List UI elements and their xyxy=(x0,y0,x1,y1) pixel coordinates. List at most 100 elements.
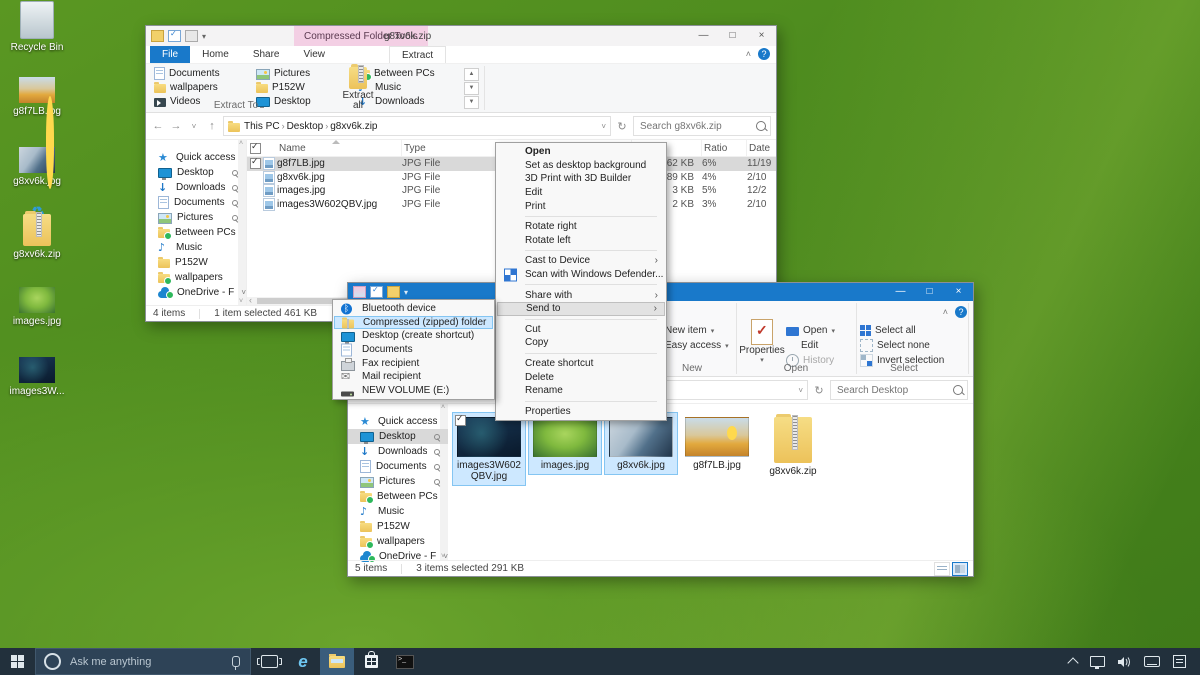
checkmark-icon[interactable] xyxy=(370,286,383,298)
column-date[interactable]: Date xyxy=(747,140,776,156)
send-to-item[interactable]: Documents xyxy=(334,343,493,357)
maximize-button[interactable]: □ xyxy=(915,283,944,301)
up-icon[interactable]: ↑ xyxy=(205,120,219,132)
close-button[interactable]: × xyxy=(944,283,973,301)
file-thumbnail-item[interactable]: images3W602QBV.jpg xyxy=(452,412,526,486)
ribbon-tab[interactable]: Home xyxy=(190,46,241,63)
help-icon[interactable]: ? xyxy=(758,48,770,60)
sidebar-item[interactable]: Pictures ˅ xyxy=(348,474,448,489)
ribbon-collapse-icon[interactable]: ˄ xyxy=(746,49,751,59)
context-menu-item[interactable]: Open › xyxy=(497,145,665,159)
context-menu-item[interactable]: Rotate right › xyxy=(497,220,665,234)
extract-destination[interactable]: wallpapers xyxy=(154,81,256,94)
address-dropdown-icon[interactable]: ˅ xyxy=(601,122,606,131)
context-menu-item[interactable]: Set as desktop background › xyxy=(497,159,665,173)
file-thumbnail-item[interactable]: g8xv6k.jpg xyxy=(604,412,678,475)
send-to-item[interactable]: NEW VOLUME (E:) xyxy=(334,384,493,398)
gallery-up-icon[interactable]: ▲ xyxy=(464,68,479,81)
sidebar-item[interactable]: Desktop ˅ xyxy=(348,429,448,444)
context-menu-item[interactable]: › xyxy=(525,319,657,320)
maximize-button[interactable]: □ xyxy=(718,26,747,46)
context-menu-item[interactable]: Create shortcut › xyxy=(497,357,665,371)
context-menu-item[interactable]: Send to › xyxy=(497,302,665,316)
breadcrumb[interactable]: This PC›Desktop›g8xv6k.zip› ˅ xyxy=(223,116,611,136)
sidebar-item[interactable]: Music ˅ xyxy=(348,504,448,519)
file-thumbnail-item[interactable]: g8xv6k.zip xyxy=(756,412,830,481)
ribbon-tab[interactable]: File xyxy=(150,46,190,63)
sidebar-item[interactable]: Quick access ˅ xyxy=(146,150,246,165)
sidebar-item[interactable]: wallpapers ˅ xyxy=(146,270,246,285)
context-menu-item[interactable]: 3D Print with 3D Builder › xyxy=(497,172,665,186)
refresh-icon[interactable]: ↻ xyxy=(812,384,826,397)
breadcrumb-segment[interactable]: This PC› xyxy=(244,121,285,132)
chevron-up-icon[interactable] xyxy=(1067,657,1078,668)
context-menu-item[interactable]: Copy › xyxy=(497,336,665,350)
cortana-search[interactable] xyxy=(35,648,251,675)
ribbon-tab[interactable]: Share xyxy=(241,46,292,63)
minimize-button[interactable]: — xyxy=(689,26,718,46)
open-button[interactable]: Open▾ xyxy=(786,323,856,338)
desktop-icon[interactable]: Recycle Bin xyxy=(6,4,68,74)
start-button[interactable] xyxy=(0,648,34,675)
breadcrumb-segment[interactable]: Desktop› xyxy=(287,121,329,132)
refresh-icon[interactable]: ↻ xyxy=(615,120,629,133)
extract-all-button[interactable]: Extract all xyxy=(338,67,378,111)
file-explorer-button[interactable] xyxy=(320,648,354,675)
qat-dropdown-icon[interactable]: ▾ xyxy=(202,32,206,41)
checkmark-icon[interactable] xyxy=(168,30,181,42)
search-box[interactable] xyxy=(830,380,968,400)
context-menu-item[interactable]: › xyxy=(525,353,657,354)
breadcrumb-segment[interactable]: g8xv6k.zip› xyxy=(330,121,377,132)
context-menu-item[interactable]: Scan with Windows Defender... › xyxy=(497,268,665,282)
sidebar-item[interactable]: Desktop ˅ xyxy=(146,165,246,180)
network-icon[interactable] xyxy=(1090,656,1105,667)
microphone-icon[interactable] xyxy=(232,656,240,667)
edit-button[interactable]: Edit xyxy=(786,338,856,353)
context-menu-item[interactable]: Rotate left › xyxy=(497,234,665,248)
properties-button[interactable]: Properties▾ xyxy=(740,319,784,364)
context-menu-item[interactable]: Print › xyxy=(497,199,665,213)
gallery-more-icon[interactable]: ▼ xyxy=(464,96,479,109)
sidebar-item[interactable]: Between PCs ˅ xyxy=(348,489,448,504)
action-center-icon[interactable] xyxy=(1173,655,1186,668)
file-thumbnail-item[interactable]: images.jpg xyxy=(528,412,602,475)
large-icons-view-button[interactable] xyxy=(952,562,968,576)
context-menu-item[interactable]: Rename › xyxy=(497,384,665,398)
volume-icon[interactable] xyxy=(1118,656,1131,668)
sidebar-item[interactable]: P152W ˅ xyxy=(146,255,246,270)
taskbar-search-input[interactable] xyxy=(68,655,225,669)
context-menu-item[interactable]: Share with › xyxy=(497,288,665,302)
context-menu-item[interactable]: Delete › xyxy=(497,370,665,384)
sidebar-item[interactable]: Between PCs ˅ xyxy=(146,225,246,240)
sidebar-item[interactable]: Pictures ˅ xyxy=(146,210,246,225)
back-icon[interactable]: ← xyxy=(151,120,165,132)
minimize-button[interactable]: — xyxy=(886,283,915,301)
select-all-button[interactable]: Select all xyxy=(860,323,965,338)
edge-button[interactable]: e xyxy=(286,648,320,675)
address-dropdown-icon[interactable]: ˅ xyxy=(798,386,803,395)
command-prompt-button[interactable] xyxy=(388,648,422,675)
task-view-button[interactable] xyxy=(252,648,286,675)
file-thumbnail-item[interactable]: g8f7LB.jpg xyxy=(680,412,754,475)
context-menu-item[interactable]: Cut › xyxy=(497,323,665,337)
sidebar-item[interactable]: Quick access ˅ xyxy=(348,414,448,429)
search-box[interactable] xyxy=(633,116,771,136)
send-to-item[interactable]: Mail recipient xyxy=(334,370,493,384)
context-menu-item[interactable]: › xyxy=(525,250,657,251)
store-button[interactable] xyxy=(354,648,388,675)
sidebar-item[interactable]: P152W ˅ xyxy=(348,519,448,534)
sidebar-item[interactable]: wallpapers ˅ xyxy=(348,534,448,549)
folder-icon[interactable] xyxy=(387,286,400,298)
context-menu-item[interactable]: Edit › xyxy=(497,186,665,200)
ribbon-tab[interactable]: View xyxy=(292,46,338,63)
extract-destination[interactable]: Documents xyxy=(154,67,256,80)
sidebar-item[interactable]: OneDrive - Family ˅ xyxy=(146,285,246,300)
qat-dropdown-icon[interactable]: ▾ xyxy=(404,288,408,297)
context-menu-item[interactable]: Cast to Device › xyxy=(497,254,665,268)
context-menu-item[interactable]: Properties › xyxy=(497,405,665,419)
select-none-button[interactable]: Select none xyxy=(860,338,965,353)
ribbon-tab[interactable]: Extract xyxy=(389,46,446,63)
sidebar-item[interactable]: Downloads ˅ xyxy=(146,180,246,195)
forward-icon[interactable]: → xyxy=(169,120,183,132)
context-menu-item[interactable]: › xyxy=(525,284,657,285)
